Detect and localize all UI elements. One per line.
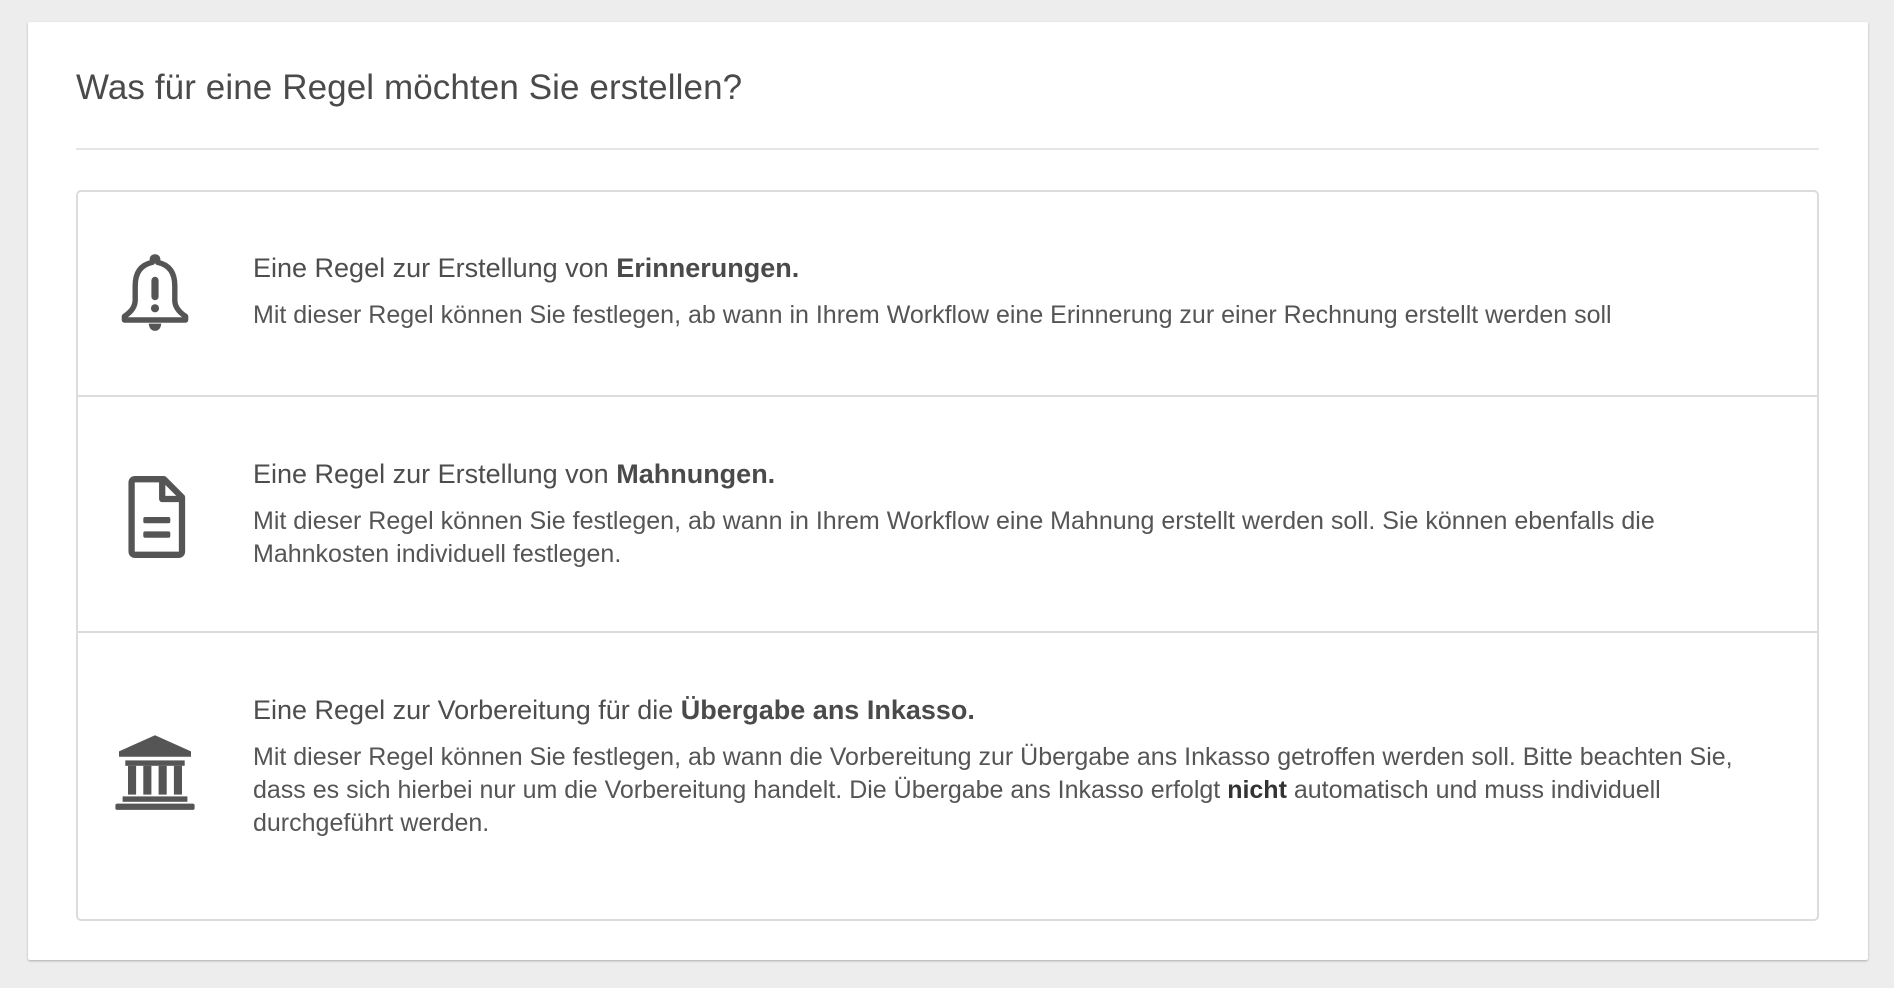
bank-building-icon bbox=[110, 728, 200, 818]
title-divider bbox=[76, 148, 1819, 150]
rule-option-dunning[interactable]: Eine Regel zur Erstellung von Mahnungen.… bbox=[78, 395, 1817, 631]
rule-heading: Eine Regel zur Vorbereitung für die Über… bbox=[253, 695, 975, 725]
rule-heading: Eine Regel zur Erstellung von Erinnerung… bbox=[253, 253, 800, 283]
document-icon bbox=[110, 472, 200, 562]
rule-heading: Eine Regel zur Erstellung von Mahnungen. bbox=[253, 459, 776, 489]
rule-type-panel: Was für eine Regel möchten Sie erstellen… bbox=[28, 22, 1868, 960]
bell-exclamation-icon bbox=[110, 248, 200, 338]
rule-option-reminders[interactable]: Eine Regel zur Erstellung von Erinnerung… bbox=[78, 192, 1817, 395]
rule-description: Mit dieser Regel können Sie festlegen, a… bbox=[253, 507, 1655, 568]
rule-description: Mit dieser Regel können Sie festlegen, a… bbox=[253, 301, 1612, 329]
rule-type-list: Eine Regel zur Erstellung von Erinnerung… bbox=[76, 190, 1819, 921]
page-title: Was für eine Regel möchten Sie erstellen… bbox=[76, 68, 743, 107]
rule-text: Eine Regel zur Erstellung von Erinnerung… bbox=[253, 251, 1781, 332]
emphasis-not: nicht bbox=[1227, 776, 1287, 804]
rule-text: Eine Regel zur Vorbereitung für die Über… bbox=[253, 693, 1781, 840]
rule-option-debt-collection[interactable]: Eine Regel zur Vorbereitung für die Über… bbox=[78, 631, 1817, 901]
rule-text: Eine Regel zur Erstellung von Mahnungen.… bbox=[253, 457, 1781, 571]
rule-description: Mit dieser Regel können Sie festlegen, a… bbox=[253, 743, 1733, 837]
